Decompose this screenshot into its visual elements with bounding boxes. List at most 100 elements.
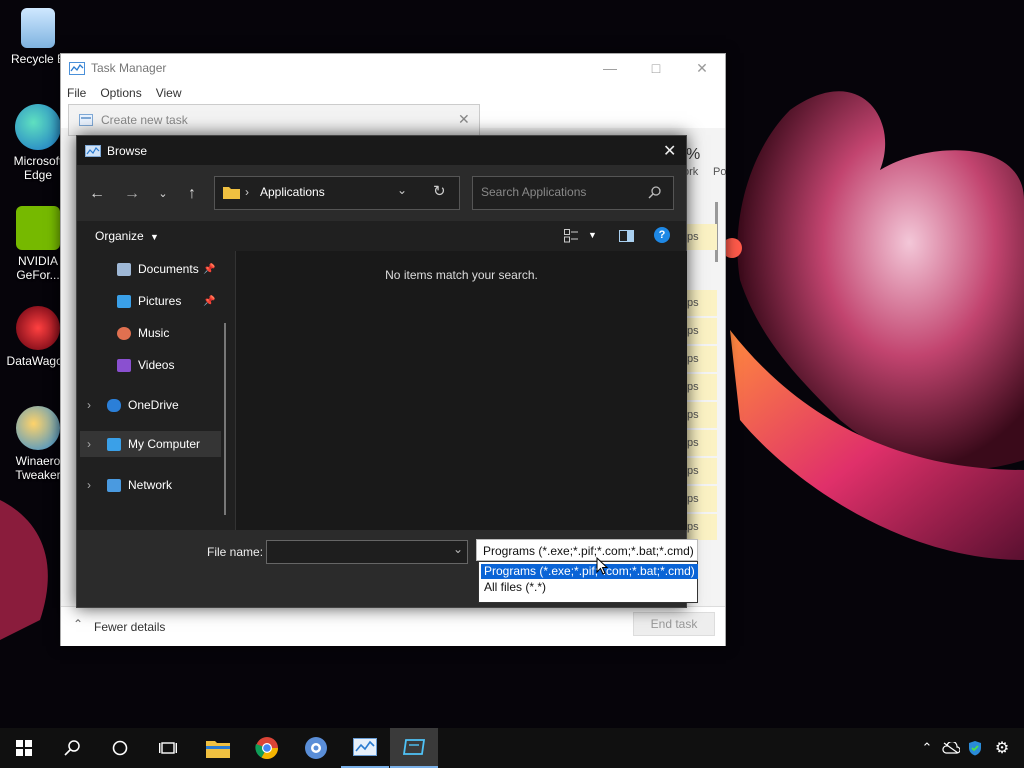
cortana-icon (112, 740, 128, 756)
task-manager-icon (69, 61, 85, 75)
search-box[interactable]: Search Applications (472, 176, 674, 210)
pin-icon: 📌 (203, 295, 216, 307)
scrollbar[interactable] (224, 323, 226, 515)
chrome-icon (255, 737, 278, 759)
videos-icon (117, 358, 131, 372)
browse-titlebar[interactable]: Browse ✕ (77, 136, 686, 165)
nav-item-label: Pictures (138, 294, 182, 308)
taskbar-active-app[interactable] (390, 728, 438, 768)
task-view-icon (159, 742, 177, 754)
file-type-select[interactable]: Programs (*.exe;*.pif;*.com;*.bat;*.cmd) (476, 539, 698, 561)
browse-dialog: Browse ✕ ← → ⌄ ↑ › Applications ⌄ ↻ Sear… (76, 135, 690, 608)
onedrive-icon (107, 398, 121, 412)
chevron-up-icon[interactable]: ⌃ (73, 617, 83, 631)
file-list-pane[interactable]: No items match your search. (235, 251, 687, 530)
menu-options[interactable]: Options (100, 86, 141, 100)
breadcrumb-applications[interactable]: Applications (260, 185, 325, 199)
settings-gear-icon[interactable]: ⚙ (990, 728, 1014, 768)
taskbar-chrome[interactable] (243, 728, 291, 768)
view-options-icon[interactable] (564, 229, 578, 243)
address-bar[interactable]: › Applications ⌄ ↻ (214, 176, 460, 210)
computer-icon (107, 437, 121, 451)
shield-icon (969, 741, 981, 756)
navigation-pane: Documents 📌 Pictures 📌 Music Videos › On… (77, 251, 235, 530)
end-task-button[interactable]: End task (633, 612, 715, 636)
datawagon-icon (16, 306, 60, 350)
nav-item-label: Documents (138, 262, 199, 276)
taskbar: ⌃ ⚙ (0, 728, 1024, 768)
browse-icon (85, 144, 101, 157)
nav-item-label: OneDrive (128, 398, 179, 412)
nav-item-onedrive[interactable]: › OneDrive (87, 392, 227, 418)
taskbar-file-explorer[interactable] (194, 728, 242, 768)
task-manager-footer: ⌃ Fewer details End task (61, 606, 725, 646)
up-arrow-icon[interactable]: ↑ (180, 183, 204, 205)
menu-file[interactable]: File (67, 86, 86, 100)
show-hidden-icons-button[interactable]: ⌃ (915, 728, 939, 768)
taskbar-task-manager[interactable] (341, 728, 389, 768)
preview-pane-icon[interactable] (619, 230, 634, 242)
close-icon[interactable]: ✕ (663, 141, 676, 161)
command-bar: Organize ▼ ▼ ? (77, 221, 686, 251)
menu-view[interactable]: View (156, 86, 182, 100)
close-button[interactable]: ✕ (679, 54, 725, 82)
organize-label: Organize (95, 229, 144, 243)
documents-icon (117, 262, 131, 276)
minimize-button[interactable]: — (587, 54, 633, 82)
start-button[interactable] (0, 728, 48, 768)
settings-app-icon (305, 737, 327, 759)
pin-icon: 📌 (203, 263, 216, 275)
windows-security-icon[interactable] (963, 728, 987, 768)
desktop-icon-label: Winaero Tweaker (15, 454, 61, 482)
file-explorer-icon (206, 741, 230, 758)
music-icon (117, 326, 131, 340)
nav-item-documents[interactable]: Documents 📌 (117, 256, 217, 282)
desktop-icon-label: Microsoft Edge (13, 154, 63, 182)
nav-item-pictures[interactable]: Pictures 📌 (117, 288, 217, 314)
chevron-down-icon[interactable]: ⌄ (397, 183, 407, 197)
fewer-details-link[interactable]: Fewer details (94, 620, 165, 634)
nav-item-music[interactable]: Music (117, 320, 217, 346)
search-button[interactable] (48, 728, 96, 768)
nav-item-videos[interactable]: Videos (117, 352, 217, 378)
nav-item-my-computer[interactable]: › My Computer (80, 431, 221, 457)
winaero-tweaker-icon (16, 406, 60, 450)
file-type-option-all-files[interactable]: All files (*.*) (481, 580, 698, 595)
column-header-percent[interactable]: % (686, 146, 700, 164)
create-task-title: Create new task (101, 113, 188, 127)
expand-chevron-icon[interactable]: › (87, 398, 107, 412)
refresh-icon[interactable]: ↻ (433, 182, 446, 200)
create-task-icon (79, 114, 93, 126)
back-arrow-icon[interactable]: ← (85, 183, 109, 205)
option-label: All files (*.*) (484, 580, 547, 594)
search-icon (648, 186, 661, 199)
column-header-power[interactable]: Po (713, 166, 726, 178)
caret-down-icon: ▼ (150, 232, 159, 242)
file-type-option-programs[interactable]: Programs (*.exe;*.pif;*.com;*.bat;*.cmd) (481, 564, 698, 579)
cortana-button[interactable] (96, 728, 144, 768)
option-label: Programs (*.exe;*.pif;*.com;*.bat;*.cmd) (484, 564, 695, 578)
help-icon[interactable]: ? (654, 227, 670, 243)
chevron-down-icon[interactable]: ⌄ (453, 542, 463, 556)
nav-item-label: Network (128, 478, 173, 492)
nav-item-label: My Computer (128, 437, 201, 451)
search-input[interactable]: Search Applications (481, 185, 586, 199)
nav-item-label: Music (138, 326, 170, 340)
recent-locations-icon[interactable]: ⌄ (151, 183, 175, 205)
task-view-button[interactable] (144, 728, 192, 768)
file-name-combobox[interactable]: ⌄ (266, 540, 468, 564)
organize-button[interactable]: Organize ▼ (95, 229, 159, 243)
forward-arrow-icon[interactable]: → (120, 183, 144, 205)
caret-down-icon[interactable]: ▼ (588, 230, 597, 240)
close-icon[interactable]: ✕ (458, 111, 470, 128)
folder-icon (223, 187, 240, 199)
create-new-task-window[interactable]: Create new task ✕ (68, 104, 480, 136)
expand-chevron-icon[interactable]: › (87, 437, 107, 451)
nav-item-network[interactable]: › Network (87, 472, 227, 498)
maximize-button[interactable]: □ (633, 54, 679, 82)
expand-chevron-icon[interactable]: › (87, 478, 107, 492)
breadcrumb-separator-icon: › (245, 185, 249, 199)
nvidia-icon (16, 206, 60, 250)
taskbar-settings-app[interactable] (292, 728, 340, 768)
network-status-icon[interactable] (939, 728, 963, 768)
